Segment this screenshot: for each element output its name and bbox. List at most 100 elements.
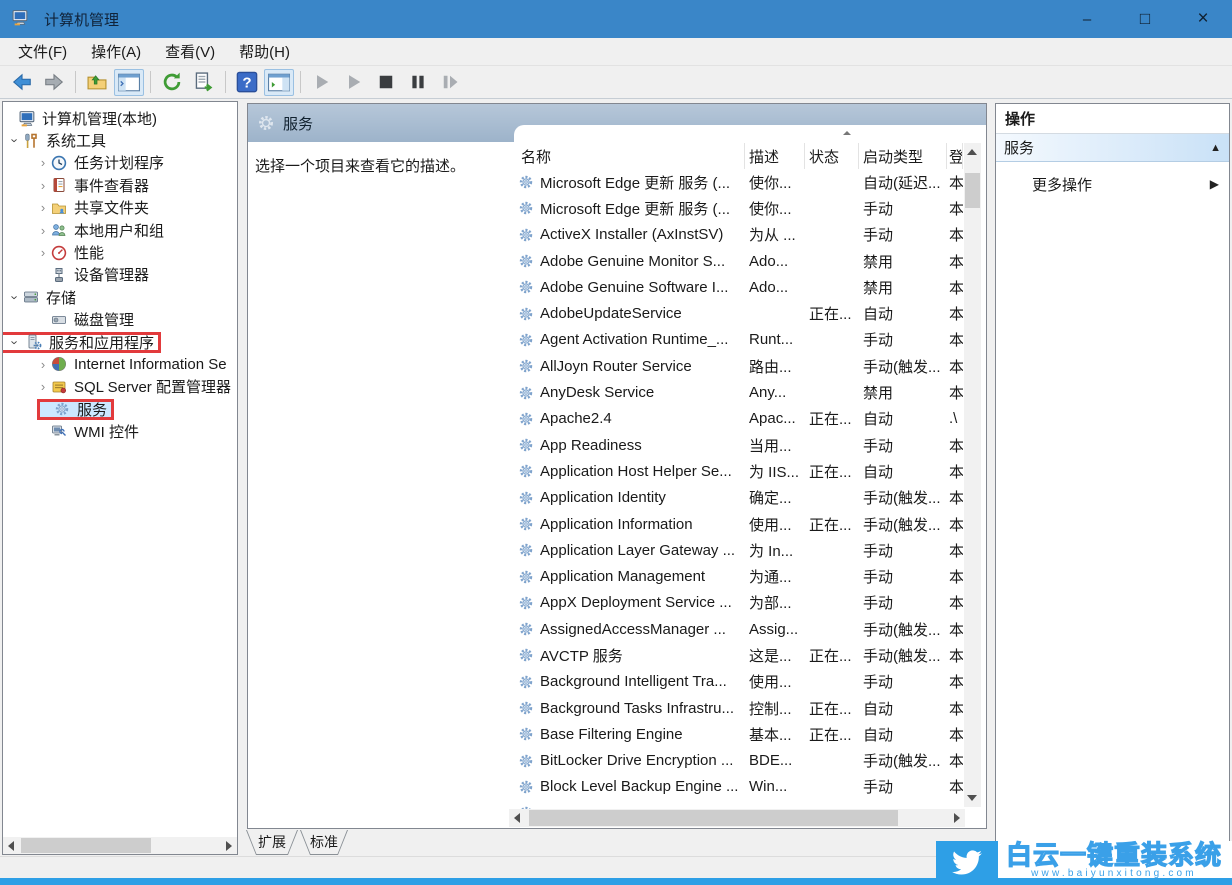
forward-button[interactable] xyxy=(39,69,69,96)
tree-item[interactable]: › 共享文件夹 xyxy=(3,197,237,219)
chevron-right-icon[interactable]: › xyxy=(37,379,49,394)
pause-service-button[interactable] xyxy=(403,69,433,96)
scroll-down-icon[interactable] xyxy=(967,795,977,801)
scrollbar-thumb[interactable] xyxy=(529,810,898,826)
list-horizontal-scrollbar[interactable] xyxy=(509,809,965,827)
service-row[interactable]: Application Identity 确定... 手动(触发... 本 xyxy=(509,485,964,511)
start-service-button[interactable] xyxy=(307,69,337,96)
tree-node[interactable]: 共享文件夹 xyxy=(49,197,153,218)
tree-item[interactable]: › 服务和应用程序 xyxy=(3,331,237,353)
chevron-down-icon[interactable]: › xyxy=(8,135,23,147)
tree-node[interactable]: 任务计划程序 xyxy=(49,152,168,173)
scroll-left-icon[interactable] xyxy=(8,841,14,851)
service-row[interactable]: Background Intelligent Tra... 使用... 手动 本 xyxy=(509,669,964,695)
tree-node[interactable]: 服务和应用程序 xyxy=(3,331,162,353)
service-row[interactable]: Microsoft Edge 更新 服务 (... 使你... 手动 本 xyxy=(509,195,964,221)
show-action-pane-button[interactable] xyxy=(264,68,294,96)
actions-group-services[interactable]: 服务 ▲ xyxy=(996,134,1229,162)
service-row[interactable]: Apache2.4 Apac... 正在... 自动 .\ xyxy=(509,406,964,432)
service-row[interactable]: Adobe Genuine Software I... Ado... 禁用 本 xyxy=(509,274,964,300)
chevron-down-icon[interactable]: › xyxy=(8,336,23,348)
tree-node[interactable]: 设备管理器 xyxy=(49,264,153,285)
service-row[interactable]: BitLocker Drive Encryption ... BDE... 手动(触… xyxy=(509,748,964,774)
tree-node[interactable]: 本地用户和组 xyxy=(49,220,168,241)
chevron-right-icon[interactable]: › xyxy=(37,245,49,260)
chevron-right-icon[interactable]: › xyxy=(37,357,49,372)
service-row[interactable]: Background Tasks Infrastru... 控制... 正在... 自… xyxy=(509,695,964,721)
service-row[interactable]: AdobeUpdateService 正在... 自动 本 xyxy=(509,300,964,326)
service-row[interactable]: Application Host Helper Se... 为 IIS... 正在.… xyxy=(509,458,964,484)
service-row[interactable]: AssignedAccessManager ... Assig... 手动(触发..… xyxy=(509,616,964,642)
maximize-button[interactable]: □ xyxy=(1116,0,1174,38)
refresh-button[interactable] xyxy=(157,69,187,96)
service-row[interactable]: Application Management 为通... 手动 本 xyxy=(509,563,964,589)
service-row[interactable]: AllJoyn Router Service 路由... 手动(触发... 本 xyxy=(509,353,964,379)
tree-item[interactable]: › 性能 xyxy=(3,241,237,263)
tree-item[interactable]: › Internet Information Se xyxy=(3,353,237,375)
tree-item[interactable]: ›设备管理器 xyxy=(3,264,237,286)
tree-node[interactable]: 存储 xyxy=(21,287,80,308)
stop-service-button[interactable] xyxy=(371,69,401,96)
restart-service-button[interactable] xyxy=(435,69,465,96)
service-row[interactable]: Application Information 使用... 正在... 手动(触发..… xyxy=(509,511,964,537)
scroll-up-icon[interactable] xyxy=(967,149,977,155)
close-button[interactable]: × xyxy=(1174,0,1232,38)
tree-node[interactable]: SQL Server 配置管理器 xyxy=(49,376,235,397)
list-vertical-scrollbar[interactable] xyxy=(964,143,981,807)
tree-item[interactable]: › 任务计划程序 xyxy=(3,152,237,174)
column-header-desc[interactable]: 描述 xyxy=(745,143,805,169)
service-row[interactable]: Agent Activation Runtime_... Runt... 手动 本 xyxy=(509,327,964,353)
tree-node[interactable]: WMI 控件 xyxy=(49,421,143,442)
minimize-button[interactable]: – xyxy=(1058,0,1116,38)
menu-item[interactable]: 帮助(H) xyxy=(227,38,302,65)
menu-item[interactable]: 文件(F) xyxy=(6,38,79,65)
chevron-right-icon[interactable]: › xyxy=(37,223,49,238)
tab-extended[interactable]: 扩展 xyxy=(246,830,298,855)
service-row[interactable]: Microsoft Edge 更新 服务 (... 使你... 自动(延迟... 本 xyxy=(509,169,964,195)
column-header-logon[interactable]: 登 xyxy=(947,143,963,169)
service-row[interactable]: AnyDesk Service Any... 禁用 本 xyxy=(509,379,964,405)
service-row[interactable]: Adobe Genuine Monitor S... Ado... 禁用 本 xyxy=(509,248,964,274)
tree-node[interactable]: 系统工具 xyxy=(21,130,110,151)
more-actions-item[interactable]: 更多操作 ▶ xyxy=(996,170,1229,198)
service-row[interactable]: App Readiness 当用... 手动 本 xyxy=(509,432,964,458)
help-button[interactable]: ? xyxy=(232,69,262,96)
tree-item[interactable]: › 事件查看器 xyxy=(3,174,237,196)
tree-node[interactable]: 事件查看器 xyxy=(49,175,153,196)
scrollbar-thumb[interactable] xyxy=(21,838,151,853)
tree-node[interactable]: 服务 xyxy=(37,398,115,420)
tree-item[interactable]: ›计算机管理(本地) xyxy=(3,107,237,129)
up-level-button[interactable] xyxy=(82,69,112,96)
collapse-group-icon[interactable]: ▲ xyxy=(1210,142,1221,154)
scrollbar-thumb[interactable] xyxy=(965,173,980,208)
service-row[interactable]: Base Filtering Engine 基本... 正在... 自动 本 xyxy=(509,721,964,747)
chevron-right-icon[interactable]: › xyxy=(37,155,49,170)
scroll-left-icon[interactable] xyxy=(514,813,520,823)
export-list-button[interactable] xyxy=(189,69,219,96)
service-row[interactable]: Application Layer Gateway ... 为 In... 手动 本 xyxy=(509,537,964,563)
menu-item[interactable]: 操作(A) xyxy=(79,38,153,65)
back-button[interactable] xyxy=(7,69,37,96)
menu-item[interactable]: 查看(V) xyxy=(153,38,227,65)
tree-item[interactable]: › 本地用户和组 xyxy=(3,219,237,241)
chevron-right-icon[interactable]: › xyxy=(37,178,49,193)
tree-item[interactable]: › 存储 xyxy=(3,286,237,308)
service-row[interactable]: AVCTP 服务 这是... 正在... 手动(触发... 本 xyxy=(509,642,964,668)
service-row[interactable]: ActiveX Installer (AxInstSV) 为从 ... 手动 本 xyxy=(509,222,964,248)
column-header-name[interactable]: 名称 xyxy=(509,143,745,169)
tree-item[interactable]: › SQL Server 配置管理器 xyxy=(3,376,237,398)
column-header-status[interactable]: 状态 xyxy=(805,143,859,169)
tree-node[interactable]: 磁盘管理 xyxy=(49,309,138,330)
chevron-down-icon[interactable]: › xyxy=(8,291,23,303)
resume-service-button[interactable] xyxy=(339,69,369,96)
tree-node[interactable]: 计算机管理(本地) xyxy=(17,108,161,129)
tree-node[interactable]: 性能 xyxy=(49,242,108,263)
tree-item[interactable]: ›WMI 控件 xyxy=(3,420,237,442)
tree-horizontal-scrollbar[interactable] xyxy=(3,837,237,854)
tree-item[interactable]: ›服务 xyxy=(3,398,237,420)
tree-item[interactable]: ›磁盘管理 xyxy=(3,309,237,331)
chevron-right-icon[interactable]: › xyxy=(37,200,49,215)
scroll-right-icon[interactable] xyxy=(226,841,232,851)
column-header-startup[interactable]: 启动类型 xyxy=(859,143,947,169)
tab-standard[interactable]: 标准 xyxy=(300,830,348,855)
